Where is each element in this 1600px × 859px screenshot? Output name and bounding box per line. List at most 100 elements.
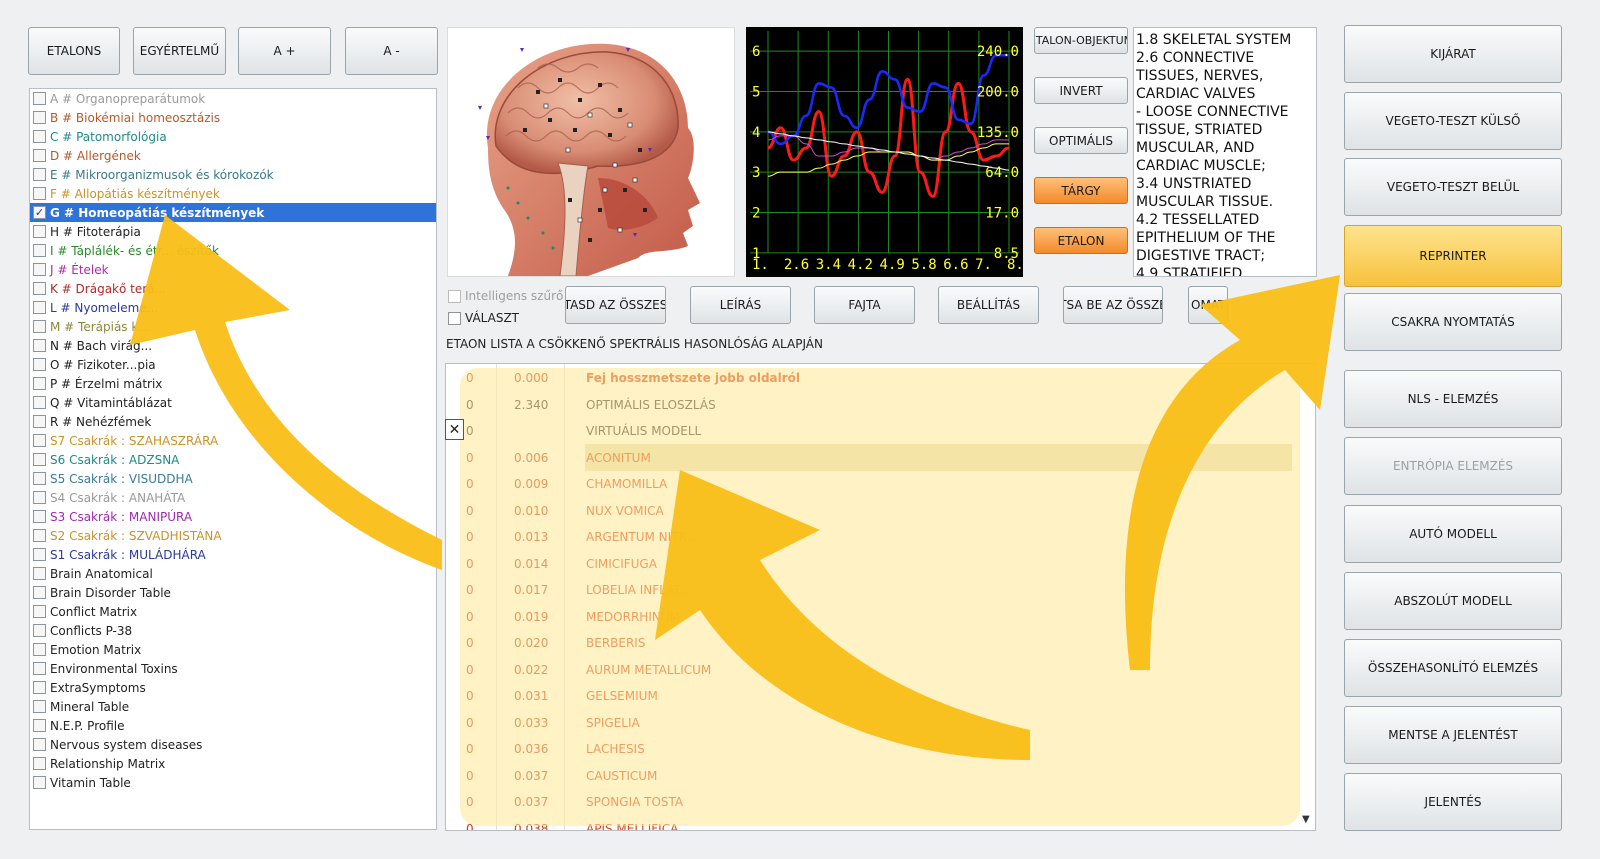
table-row[interactable]: 0 0.017 LOBELIA INFLAT...: [446, 576, 1286, 603]
category-checkbox[interactable]: [33, 111, 46, 124]
category-item[interactable]: ✓ G # Homeopátiás készítmények: [30, 203, 436, 222]
etalon-objektum-button[interactable]: ETALON-OBJEKTUM: [1034, 27, 1128, 54]
category-item[interactable]: N.E.P. Profile: [30, 716, 436, 735]
category-checkbox[interactable]: [33, 320, 46, 333]
category-checkbox[interactable]: [33, 225, 46, 238]
table-row[interactable]: 0 0.022 AURUM METALLICUM: [446, 655, 1286, 683]
category-item[interactable]: Conflict Matrix: [30, 602, 436, 621]
category-checkbox[interactable]: [33, 434, 46, 447]
category-item[interactable]: N # Bach virág...: [30, 336, 436, 355]
category-checkbox[interactable]: [33, 757, 46, 770]
category-checkbox[interactable]: [33, 472, 46, 485]
category-item[interactable]: P # Érzelmi mátrix: [30, 374, 436, 393]
category-checkbox[interactable]: ✓: [33, 206, 46, 219]
category-checkbox[interactable]: [33, 168, 46, 181]
category-checkbox[interactable]: [33, 738, 46, 751]
category-item[interactable]: Q # Vitamintáblázat: [30, 393, 436, 412]
table-row[interactable]: 0 0.000 Fej hosszmetszete jobb oldalról: [446, 364, 1286, 391]
category-item[interactable]: Mineral Table: [30, 697, 436, 716]
table-row[interactable]: 0 0.031 GELSEMIUM: [446, 682, 1286, 709]
vegeto-teszt-belul-button[interactable]: VEGETO-TESZT BELÜL: [1344, 158, 1562, 216]
category-item[interactable]: S5 Csakrák : VISUDDHA: [30, 469, 436, 488]
category-checkbox[interactable]: [33, 567, 46, 580]
category-item[interactable]: F # Allopátiás készítmények: [30, 184, 436, 203]
category-checkbox[interactable]: [33, 396, 46, 409]
tsa-be-az-ossze-button[interactable]: TSA BE AZ ÖSSZE: [1063, 286, 1163, 324]
a-plus-button[interactable]: A +: [238, 27, 331, 75]
category-checkbox[interactable]: [33, 263, 46, 276]
category-item[interactable]: S7 Csakrák : SZAHASZRÁRA: [30, 431, 436, 450]
category-checkbox[interactable]: [33, 339, 46, 352]
table-row[interactable]: 0 0.036 LACHESIS: [446, 735, 1286, 762]
table-row[interactable]: 0 0.019 MEDORRHINUM: [446, 602, 1286, 630]
category-checkbox[interactable]: [33, 586, 46, 599]
optimalis-button[interactable]: OPTIMÁLIS: [1034, 127, 1128, 154]
vegeto-teszt-kulso-button[interactable]: VEGETO-TESZT KÜLSŐ: [1344, 92, 1562, 150]
category-item[interactable]: C # Patomorfológia: [30, 127, 436, 146]
table-row[interactable]: 0 VIRTUÁLIS MODELL: [446, 417, 1286, 444]
category-checkbox[interactable]: [33, 301, 46, 314]
scroll-down-icon[interactable]: ▼: [1302, 814, 1310, 825]
category-item[interactable]: Conflicts P-38: [30, 621, 436, 640]
category-item[interactable]: Vitamin Table: [30, 773, 436, 792]
table-row[interactable]: 0 2.340 OPTIMÁLIS ELOSZLÁS: [446, 390, 1286, 418]
category-item[interactable]: D # Allergének: [30, 146, 436, 165]
category-checkbox[interactable]: [33, 358, 46, 371]
tasd-az-osszes-button[interactable]: TASD AZ ÖSSZES: [565, 286, 666, 324]
table-row[interactable]: 0 0.014 CIMICIFUGA: [446, 549, 1286, 577]
category-item[interactable]: S2 Csakrák : SZVADHISTÁNA: [30, 526, 436, 545]
table-row[interactable]: 0 0.006 ACONITUM: [446, 443, 1292, 471]
category-checkbox[interactable]: [33, 244, 46, 257]
mentse-a-jelentest-button[interactable]: MENTSE A JELENTÉST: [1344, 706, 1562, 764]
table-row[interactable]: 0 0.009 CHAMOMILLA: [446, 470, 1286, 497]
results-table[interactable]: 0 0.000 Fej hosszmetszete jobb oldalról 0 2.…: [445, 363, 1316, 831]
category-checkbox[interactable]: [33, 548, 46, 561]
omat-button[interactable]: OMAT: [1188, 286, 1228, 324]
table-row[interactable]: 0 0.033 SPIGELIA: [446, 708, 1286, 736]
abszolut-modell-button[interactable]: ABSZOLÚT MODELL: [1344, 572, 1562, 630]
category-checkbox[interactable]: [33, 130, 46, 143]
egyertelmu-button[interactable]: EGYÉRTELMŰ: [133, 27, 226, 75]
fajta-button[interactable]: FAJTA: [814, 286, 915, 324]
category-checkbox[interactable]: [33, 453, 46, 466]
auto-modell-button[interactable]: AUTÓ MODELL: [1344, 505, 1562, 563]
kijarat-button[interactable]: KIJÁRAT: [1344, 25, 1562, 83]
category-item[interactable]: Nervous system diseases: [30, 735, 436, 754]
intelligent-filter-checkbox[interactable]: Intelligens szűrő: [448, 289, 563, 303]
valaszt-checkbox[interactable]: VÁLASZT: [448, 311, 519, 325]
category-checkbox[interactable]: [33, 510, 46, 523]
targy-button[interactable]: TÁRGY: [1034, 177, 1128, 204]
category-item[interactable]: R # Nehézfémek: [30, 412, 436, 431]
category-item[interactable]: S6 Csakrák : ADZSNA: [30, 450, 436, 469]
category-item[interactable]: J # Ételek: [30, 260, 436, 279]
category-list[interactable]: A # Organopreparátumok B # Biokémiai home…: [29, 88, 437, 830]
category-checkbox[interactable]: [33, 719, 46, 732]
table-row[interactable]: 0 0.037 CAUSTICUM: [446, 761, 1286, 789]
leiras-button[interactable]: LEÍRÁS: [690, 286, 791, 324]
table-row[interactable]: 0 0.037 SPONGIA TOSTA: [446, 788, 1286, 815]
category-item[interactable]: H # Fitoterápia: [30, 222, 436, 241]
beallitas-button[interactable]: BEÁLLÍTÁS: [938, 286, 1039, 324]
category-item[interactable]: Brain Disorder Table: [30, 583, 436, 602]
category-checkbox[interactable]: [33, 491, 46, 504]
table-row[interactable]: 0 0.038 APIS MELLIFICA: [446, 814, 1286, 830]
category-item[interactable]: E # Mikroorganizmusok és kórokozók: [30, 165, 436, 184]
table-row[interactable]: 0 0.010 NUX VOMICA: [446, 496, 1286, 524]
category-item[interactable]: B # Biokémiai homeosztázis: [30, 108, 436, 127]
category-item[interactable]: Relationship Matrix: [30, 754, 436, 773]
category-checkbox[interactable]: [33, 92, 46, 105]
category-item[interactable]: S4 Csakrák : ANAHÁTA: [30, 488, 436, 507]
invert-button[interactable]: INVERT: [1034, 77, 1128, 104]
nls-elemzes-button[interactable]: NLS - ELEMZÉS: [1344, 370, 1562, 428]
osszehasonlito-elemzes-button[interactable]: ÖSSZEHASONLÍTÓ ELEMZÉS: [1344, 639, 1562, 697]
category-item[interactable]: K # Drágakő terá...: [30, 279, 436, 298]
etalon-button[interactable]: ETALON: [1034, 227, 1128, 254]
category-checkbox[interactable]: [33, 624, 46, 637]
category-checkbox[interactable]: [33, 700, 46, 713]
category-checkbox[interactable]: [33, 605, 46, 618]
category-item[interactable]: Environmental Toxins: [30, 659, 436, 678]
category-checkbox[interactable]: [33, 415, 46, 428]
a-minus-button[interactable]: A -: [345, 27, 438, 75]
category-item[interactable]: I # Táplálék- és étr... észítők: [30, 241, 436, 260]
category-checkbox[interactable]: [33, 662, 46, 675]
